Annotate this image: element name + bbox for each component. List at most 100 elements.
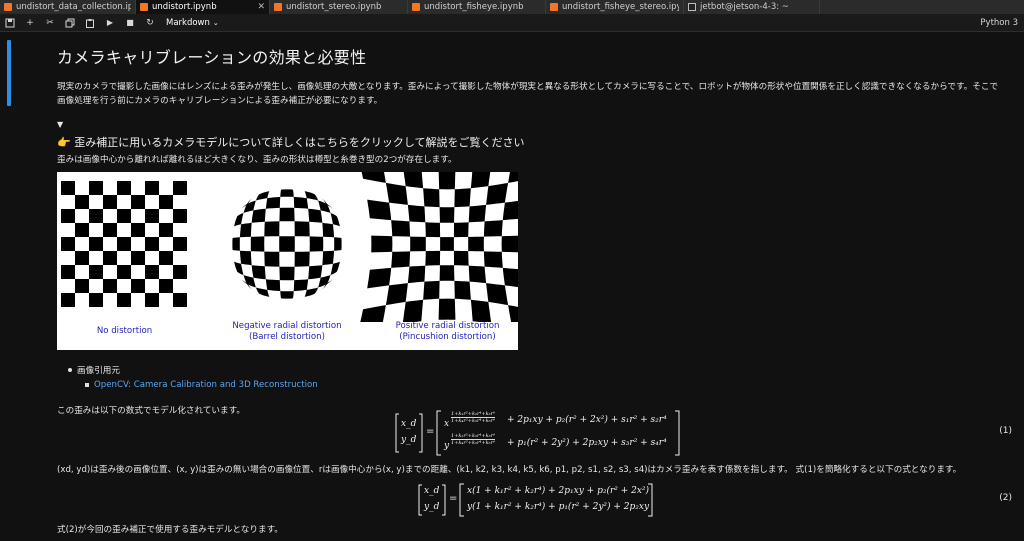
tab-terminal[interactable]: jetbot@jetson-4-3: ~	[684, 0, 820, 14]
restart-kernel-button[interactable]: ↻	[140, 14, 160, 32]
checker-square	[293, 196, 309, 209]
checker-square	[279, 266, 295, 281]
eq1-row2-rest: + p₁(r² + 2y²) + 2p₂xy + s₃r² + s₄r⁴	[507, 438, 667, 448]
cell-type-select[interactable]: Markdown ⌄	[166, 18, 219, 28]
list-item: OpenCV: Camera Calibration and 3D Recons…	[85, 380, 1017, 390]
run-cell-button[interactable]: ▶	[100, 14, 120, 32]
figure-label-pincushion: Positive radial distortion (Pincushion d…	[375, 321, 520, 343]
checker-square	[145, 209, 159, 223]
checker-square	[173, 237, 187, 251]
checker-square	[89, 181, 103, 195]
checker-square	[468, 265, 487, 284]
equation-2-number: (2)	[999, 493, 1012, 503]
eq2-lhs-top: x_d	[424, 486, 440, 496]
checker-square	[425, 222, 441, 238]
checker-square	[264, 251, 280, 267]
notebook-icon	[412, 3, 420, 11]
checker-square	[280, 291, 294, 299]
paste-cell-button[interactable]	[80, 14, 100, 32]
checker-square	[309, 236, 324, 252]
checker-square	[439, 207, 455, 223]
tab-label: undistort_data_collection.ipy	[16, 2, 131, 12]
checker-square	[145, 237, 159, 251]
checkerboard-0	[61, 181, 187, 307]
checker-square	[308, 208, 323, 223]
checker-square	[61, 209, 75, 223]
distortion-note: 歪みは画像中心から離れれば離れるほど大きくなり、歪みの形状は樽型と糸巻き型の2つ…	[57, 155, 457, 165]
kernel-name[interactable]: Python 3	[980, 14, 1018, 32]
checker-square	[159, 251, 173, 265]
checker-square	[75, 279, 89, 293]
eq2-lhs-bottom: y_d	[424, 502, 440, 512]
cell-type-value: Markdown	[166, 17, 210, 28]
checker-square	[468, 236, 484, 252]
checker-square	[403, 172, 424, 189]
notebook-icon	[140, 3, 148, 11]
tab-label: jetbot@jetson-4-3: ~	[700, 2, 789, 12]
cut-cell-button[interactable]: ✂	[40, 14, 60, 32]
checker-square	[145, 181, 159, 195]
checker-square	[483, 251, 503, 268]
eq2-row2: y(1 + k₁r² + k₂r⁴) + p₁(r² + 2y²) + 2p₂x…	[467, 502, 650, 512]
eq1-frac-num: 1+k₁r²+k₂r⁴+k₃r⁶	[451, 411, 496, 418]
checker-square	[385, 182, 408, 205]
equation-2: x_d y_d = x(1 + k₁r² + k₂r⁴) + 2p₁xy + p…	[418, 483, 658, 517]
checker-square	[61, 237, 75, 251]
checker-square	[371, 235, 393, 253]
checker-square	[502, 200, 518, 221]
eq1-frac-num-2: 1+k₁r²+k₂r⁴+k₃r⁶	[451, 433, 496, 440]
tab-undistort-stereo[interactable]: undistort_stereo.ipynb	[270, 0, 408, 14]
checker-square	[361, 172, 386, 183]
figure-label-line: Positive radial distortion	[395, 321, 500, 331]
page-title: カメラキャリブレーションの効果と必要性	[57, 48, 367, 67]
checker-square	[470, 172, 491, 189]
tab-undistort-fisheye[interactable]: undistort_fisheye.ipynb	[408, 0, 546, 14]
checker-square	[508, 305, 518, 322]
checker-square	[145, 265, 159, 279]
checker-square	[322, 250, 335, 266]
figure-label-line: Negative radial distortion	[232, 321, 342, 331]
checker-square	[117, 209, 131, 223]
checker-square	[294, 221, 310, 237]
checkerboard-illustrations	[61, 172, 518, 322]
checker-square	[407, 265, 426, 284]
variable-explanation: (xd, yd)は歪み後の画像位置、(x, y)は歪みの無い場合の画像位置、rは…	[57, 465, 962, 475]
details-summary[interactable]: 👉 歪み補正に用いるカメラモデルについて詳しくはこちらをクリックして解説をご覧く…	[57, 134, 1017, 150]
checker-square	[334, 237, 342, 251]
equation-1-number: (1)	[999, 426, 1012, 436]
tab-undistort[interactable]: undistort.ipynb ✕	[136, 0, 270, 14]
stop-kernel-button[interactable]: ■	[120, 14, 140, 32]
equals-sign: =	[449, 493, 458, 504]
save-button[interactable]	[0, 14, 20, 32]
checker-square	[145, 293, 159, 307]
opencv-reference-link[interactable]: OpenCV: Camera Calibration and 3D Recons…	[94, 380, 318, 390]
markdown-cell[interactable]: カメラキャリブレーションの効果と必要性 現実のカメラで撮影した画像にはレンズによ…	[57, 32, 1017, 416]
tab-undistort-fisheye-stereo[interactable]: undistort_fisheye_stereo.ipyn	[546, 0, 684, 14]
list-item: 画像引用元 OpenCV: Camera Calibration and 3D …	[68, 364, 1017, 390]
checker-square	[468, 204, 487, 223]
plus-icon: +	[26, 17, 34, 28]
checker-square	[391, 251, 411, 268]
insert-cell-button[interactable]: +	[20, 14, 40, 32]
checker-square	[131, 223, 145, 237]
tab-undistort-data-collection[interactable]: undistort_data_collection.ipy	[0, 0, 136, 14]
details-toggle[interactable]: ▼	[57, 120, 1017, 129]
checker-square	[425, 250, 441, 266]
figure-label-line: (Barrel distortion)	[249, 332, 325, 342]
eq1-lhs-top: x_d	[401, 419, 417, 429]
reference-heading: 画像引用元	[77, 366, 120, 376]
eq1-lhs-bottom: y_d	[401, 435, 417, 445]
checker-square	[159, 195, 173, 209]
checker-square	[385, 283, 408, 306]
checker-square	[423, 188, 440, 208]
copy-cell-button[interactable]	[60, 14, 80, 32]
checker-square	[423, 280, 440, 300]
checker-square	[280, 189, 294, 197]
checker-square	[61, 265, 75, 279]
checker-square	[483, 220, 503, 237]
checker-square	[103, 279, 117, 293]
conclusion: 式(2)が今回の歪み補正で使用する歪みモデルとなります。	[57, 525, 283, 535]
checker-square	[502, 267, 518, 288]
checker-square	[264, 221, 280, 237]
close-icon[interactable]: ✕	[257, 2, 265, 12]
